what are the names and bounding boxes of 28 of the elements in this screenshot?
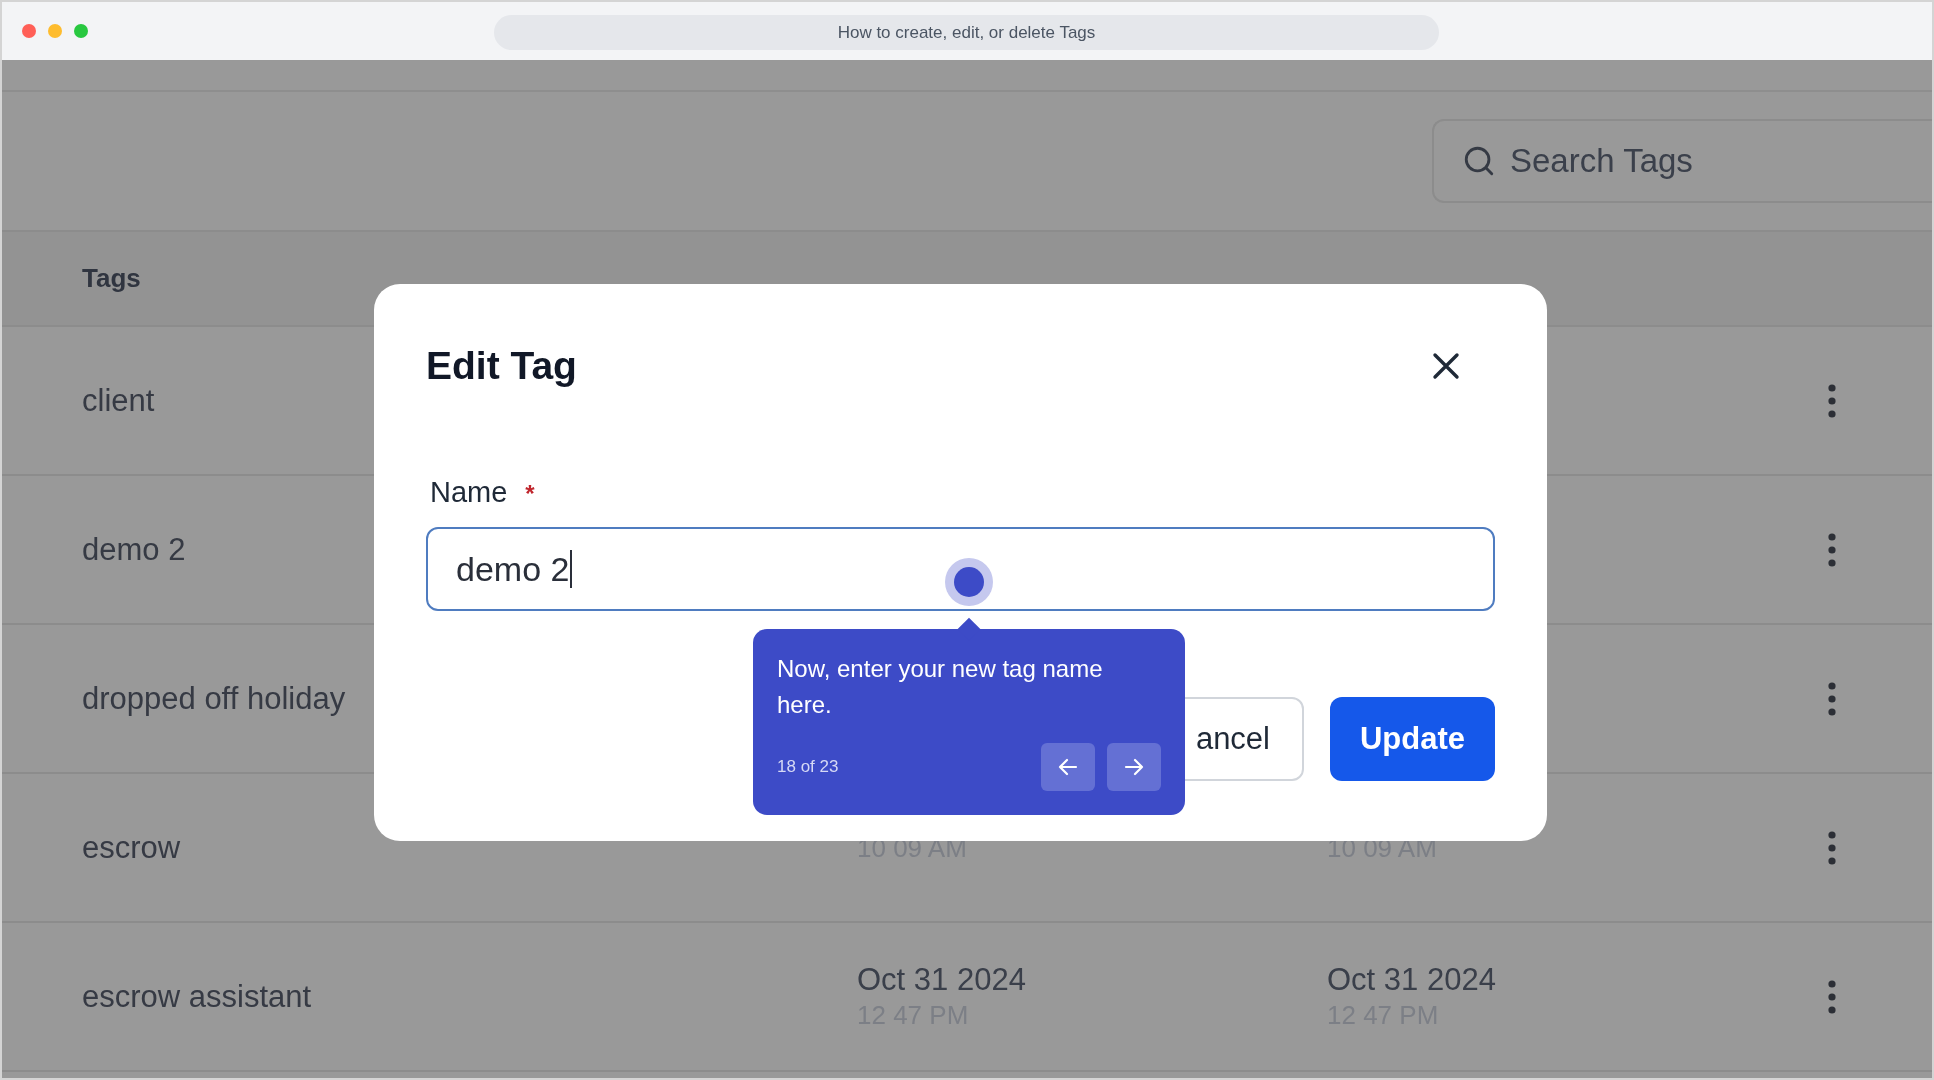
update-button[interactable]: Update [1330, 697, 1495, 781]
previous-step-button[interactable] [1041, 743, 1095, 791]
close-window-icon[interactable] [22, 24, 36, 38]
left-arrow-icon [1057, 756, 1079, 778]
tag-name: client [82, 382, 155, 418]
tag-name: dropped off holiday [82, 680, 346, 716]
search-field[interactable]: Search Tags [1432, 119, 1932, 203]
more-options-icon[interactable] [1828, 979, 1836, 1014]
search-icon [1462, 144, 1496, 178]
tag-name: escrow assistant [82, 978, 312, 1014]
tag-name: escrow [82, 829, 181, 865]
field-label: Name [430, 476, 508, 509]
updated-date: Oct 31 2024 [1327, 962, 1497, 998]
next-step-button[interactable] [1107, 743, 1161, 791]
right-arrow-icon [1123, 756, 1145, 778]
close-icon[interactable] [1432, 352, 1460, 380]
window-title: How to create, edit, or delete Tags [494, 15, 1439, 50]
tooltip-text: Now, enter your new tag name here. [777, 654, 1104, 720]
created-date: Oct 31 2024 [857, 962, 1027, 998]
tag-name: demo 2 [82, 531, 186, 567]
more-options-icon[interactable] [1828, 681, 1836, 716]
more-options-icon[interactable] [1828, 383, 1836, 418]
more-options-icon[interactable] [1828, 532, 1836, 567]
step-counter: 18 of 23 [777, 757, 839, 777]
required-mark: * [525, 480, 535, 508]
more-options-icon[interactable] [1828, 830, 1836, 865]
column-header: Tags [81, 263, 142, 294]
dialog-title: Edit Tag [426, 344, 577, 388]
